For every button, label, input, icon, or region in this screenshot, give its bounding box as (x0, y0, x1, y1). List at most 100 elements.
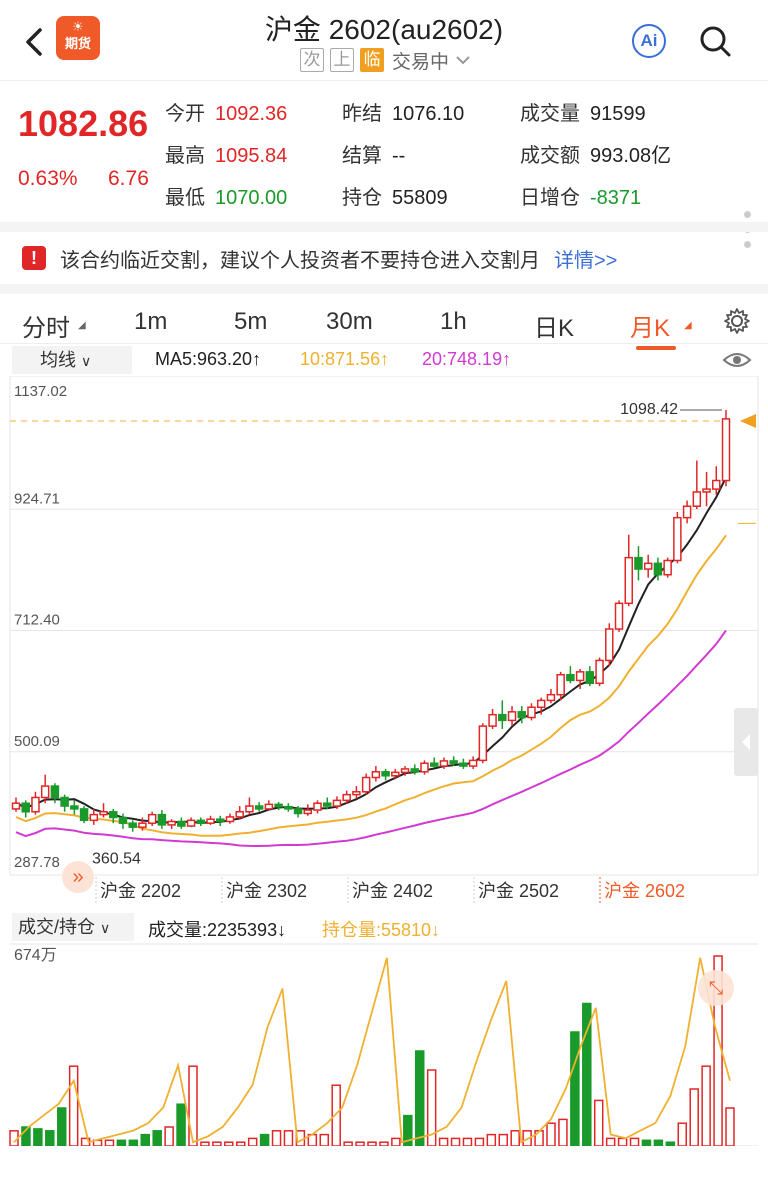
candle-body (254, 805, 264, 810)
candle-body (371, 771, 381, 779)
indicator-selector[interactable]: 均线 ∨ (12, 346, 132, 374)
volume-bar (462, 1137, 473, 1146)
candle-body (21, 802, 30, 813)
quote-field-label: 最高 (165, 145, 205, 167)
volume-bar (56, 1107, 67, 1146)
quote-field: 昨结 1076.10 (342, 97, 464, 126)
tab-5m[interactable]: 5m (234, 308, 267, 336)
quote-field: 成交量 91599 (520, 97, 646, 126)
candle-body (682, 505, 692, 519)
high-price-label: 1098.42 (620, 401, 678, 418)
price-axis-label: 712.40 (14, 612, 60, 629)
candle-body (663, 559, 672, 576)
quote-field-label: 最低 (165, 187, 205, 209)
caret-icon: ◢ (78, 320, 86, 331)
header: ☀ 期货 沪金 2602(au2602) 次 上 临 交易中 Ai (0, 0, 768, 80)
trading-status[interactable]: 交易中 (392, 47, 449, 74)
candle-body (381, 771, 390, 777)
gear-icon[interactable] (722, 306, 752, 336)
candle-body (468, 759, 478, 767)
candle-body (60, 796, 69, 807)
candle-body (147, 813, 157, 824)
candle-body (585, 671, 595, 685)
kline-chart[interactable]: 1137.02 924.71 712.40 500.09 287.78 1098.42 36… (0, 376, 768, 1146)
volume-bar (498, 1133, 509, 1146)
volume-bar (629, 1137, 640, 1146)
tag-near-delivery[interactable]: 临 (360, 48, 384, 72)
candle-body (643, 562, 653, 570)
candle-body (595, 659, 604, 685)
candle-body (186, 819, 196, 827)
ai-assistant-icon[interactable]: Ai (632, 24, 666, 58)
tab-1m[interactable]: 1m (134, 308, 167, 336)
eye-icon[interactable] (722, 348, 752, 372)
quote-field-value: 1076.10 (392, 103, 465, 125)
tab-intraday[interactable]: 分时 (22, 308, 70, 343)
delivery-notice: ! 该合约临近交割，建议个人投资者不要持仓进入交割月 详情>> (0, 222, 768, 284)
chevron-down-icon[interactable] (455, 54, 471, 66)
candle-body (459, 762, 468, 767)
volume-bar (235, 1141, 246, 1146)
candle-body (70, 805, 79, 810)
candle-body (225, 816, 235, 823)
candle-body (274, 803, 283, 808)
candle-body (653, 562, 663, 576)
candle-body (293, 808, 303, 815)
x-axis-label: 沪金 2402 (352, 881, 433, 901)
candle-body (352, 791, 361, 796)
volume-bar (391, 1137, 401, 1146)
chart-scroll-handle[interactable] (734, 708, 758, 776)
candle-body (546, 693, 556, 702)
tab-daily-k[interactable]: 日K (534, 308, 574, 343)
last-price: 1082.86 (18, 103, 149, 144)
candle-body (614, 602, 624, 630)
tab-monthly-k[interactable]: 月K (630, 308, 670, 343)
volume-bar (546, 1122, 556, 1146)
volume-bar (212, 1141, 222, 1146)
candle-body (439, 760, 449, 767)
quote-field-label: 昨结 (342, 103, 382, 125)
volume-bar (319, 1133, 330, 1146)
ma-legend-bar: 均线 ∨ MA5:963.20↑ 10:871.56↑ 20:748.19↑ (12, 346, 768, 376)
quote-field: 成交额 993.08亿 (520, 139, 671, 168)
ma20-value: 20:748.19↑ (422, 349, 512, 369)
volume-oi-selector[interactable]: 成交/持仓 ∨ (12, 913, 134, 941)
tag-listed[interactable]: 上 (330, 48, 354, 72)
volume-bar (689, 1088, 699, 1146)
search-icon[interactable] (698, 24, 732, 58)
fast-rewind-icon: » (72, 866, 83, 888)
volume-bar (140, 1133, 151, 1146)
candle-body (429, 762, 439, 767)
period-tabs: 分时 ◢ 1m 5m 30m 1h 日K 月K ◢ (0, 284, 768, 350)
volume-bar (367, 1141, 377, 1146)
quote-field-label: 成交量 (520, 103, 580, 125)
volume-bar (343, 1141, 353, 1146)
quote-field-value: 91599 (590, 103, 646, 125)
candle-body (196, 819, 206, 824)
candle-body (206, 818, 215, 824)
candle-body (99, 811, 108, 816)
tab-1h[interactable]: 1h (440, 308, 467, 336)
tag-next[interactable]: 次 (300, 48, 324, 72)
volume-bar (450, 1137, 461, 1146)
volume-bar (116, 1139, 127, 1146)
volume-bar (259, 1133, 270, 1146)
tab-30m[interactable]: 30m (326, 308, 373, 336)
candle-body (517, 711, 527, 719)
candle-body (702, 488, 711, 493)
x-axis-label: 沪金 2602 (604, 881, 685, 901)
chart-frame (9, 376, 759, 876)
indicator-selector-label: 均线 (40, 350, 76, 370)
candle-body (361, 776, 371, 793)
candle-body (322, 802, 332, 807)
volume-bar (283, 1130, 294, 1146)
notice-details-link[interactable]: 详情>> (554, 244, 617, 273)
candle-body (575, 671, 585, 682)
volume-bar (355, 1141, 365, 1146)
volume-bar (379, 1141, 389, 1146)
candle-body (478, 725, 488, 762)
candle-body (391, 771, 400, 777)
quote-field-value: 1070.00 (215, 187, 288, 209)
volume-bar (665, 1141, 676, 1146)
candle-body (498, 713, 507, 722)
